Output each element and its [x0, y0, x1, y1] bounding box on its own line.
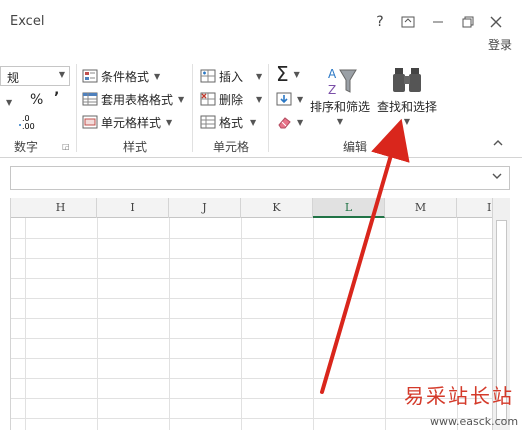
watermark-brand: 易采站长站 [404, 384, 514, 408]
annotation-arrow [320, 118, 410, 394]
watermark-url: www.easck.com [430, 415, 519, 428]
